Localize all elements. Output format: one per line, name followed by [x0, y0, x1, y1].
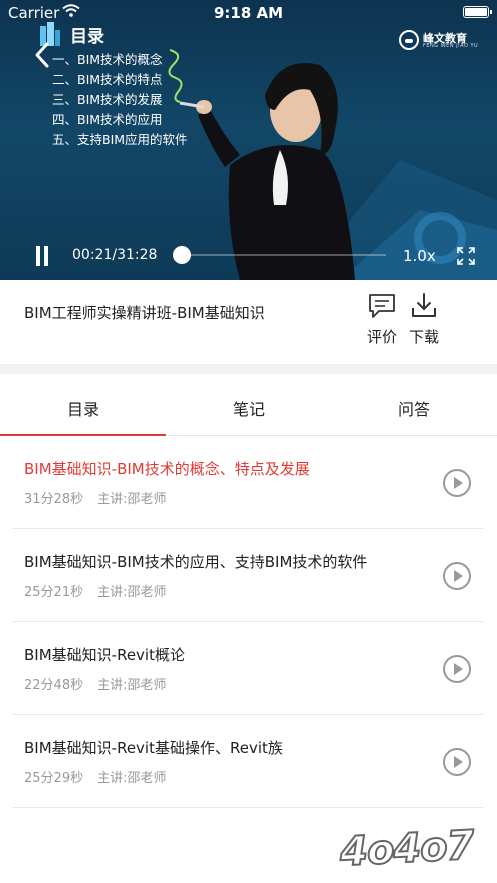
lesson-teacher: 主讲:邵老师 [97, 492, 167, 507]
speed-button[interactable]: 1.0x [403, 247, 436, 265]
tab-qa[interactable]: 问答 [331, 374, 497, 436]
course-info-bar: BIM工程师实操精讲班-BIM基础知识 评价 下载 [0, 280, 497, 364]
tab-notes[interactable]: 笔记 [166, 374, 332, 436]
lesson-meta: 31分28秒 主讲:邵老师 [24, 488, 166, 507]
download-button[interactable]: 下载 [404, 292, 444, 347]
lesson-item[interactable]: BIM基础知识-BIM技术的概念、特点及发展 31分28秒 主讲:邵老师 [12, 436, 484, 529]
tab-catalog[interactable]: 目录 [0, 374, 166, 436]
lesson-duration: 31分28秒 [24, 492, 84, 507]
lesson-item[interactable]: BIM基础知识-Revit概论 22分48秒 主讲:邵老师 [12, 622, 484, 715]
lesson-duration: 25分29秒 [24, 771, 84, 786]
play-circle-icon[interactable] [442, 747, 472, 777]
video-player[interactable]: Carrier 9:18 AM 目录 一、BIM技术的概念 二、BIM技术的特点… [0, 0, 497, 280]
progress-thumb[interactable] [173, 246, 192, 264]
lesson-teacher: 主讲:邵老师 [97, 585, 167, 600]
brand-subtitle: FENG WEN JIAO YU [423, 43, 479, 49]
slide-outline-item: 四、BIM技术的应用 [52, 112, 163, 127]
lesson-meta: 22分48秒 主讲:邵老师 [24, 674, 166, 693]
lesson-meta: 25分29秒 主讲:邵老师 [24, 767, 166, 786]
tab-bar: 目录 笔记 问答 [0, 374, 497, 436]
lesson-title: BIM基础知识-BIM技术的应用、支持BIM技术的软件 [24, 553, 368, 571]
comment-icon [369, 294, 395, 318]
lesson-teacher: 主讲:邵老师 [97, 771, 167, 786]
lesson-duration: 25分21秒 [24, 585, 84, 600]
play-circle-icon[interactable] [442, 561, 472, 591]
progress-bar[interactable] [173, 246, 386, 264]
download-label: 下载 [408, 328, 439, 346]
fullscreen-icon[interactable] [456, 246, 476, 266]
lesson-list: BIM基础知识-BIM技术的概念、特点及发展 31分28秒 主讲:邵老师 BIM基… [0, 436, 497, 883]
clock: 9:18 AM [213, 4, 284, 22]
play-circle-icon[interactable] [442, 654, 472, 684]
lesson-title: BIM基础知识-Revit概论 [24, 646, 185, 664]
download-icon [412, 293, 436, 317]
player-controls: 00:21/31:28 1.0x [0, 234, 497, 280]
site-watermark: 4o4o7 [338, 822, 476, 877]
review-label: 评价 [366, 328, 397, 346]
lesson-item[interactable]: BIM基础知识-Revit基础操作、Revit族 25分29秒 主讲:邵老师 [12, 715, 484, 808]
brand-mark-icon [399, 30, 419, 50]
lesson-duration: 22分48秒 [24, 678, 84, 693]
back-chevron-icon[interactable] [30, 40, 54, 70]
brand-logo: 峰文教育 FENG WEN JIAO YU [399, 30, 478, 50]
course-title: BIM工程师实操精讲班-BIM基础知识 [24, 304, 265, 322]
battery-icon [463, 6, 492, 18]
lesson-teacher: 主讲:邵老师 [97, 678, 167, 693]
lesson-title: BIM基础知识-Revit基础操作、Revit族 [24, 739, 283, 757]
slide-outline-item: 五、支持BIM应用的软件 [52, 132, 188, 147]
review-button[interactable]: 评价 [362, 292, 402, 347]
play-circle-icon[interactable] [442, 468, 472, 498]
lesson-item[interactable]: BIM基础知识-BIM技术的应用、支持BIM技术的软件 25分21秒 主讲:邵老师 [12, 529, 484, 622]
pause-icon[interactable] [34, 246, 50, 266]
time-readout: 00:21/31:28 [72, 247, 158, 263]
slide-title: 目录 [70, 27, 104, 47]
lesson-title: BIM基础知识-BIM技术的概念、特点及发展 [24, 460, 310, 478]
lesson-meta: 25分21秒 主讲:邵老师 [24, 581, 166, 600]
